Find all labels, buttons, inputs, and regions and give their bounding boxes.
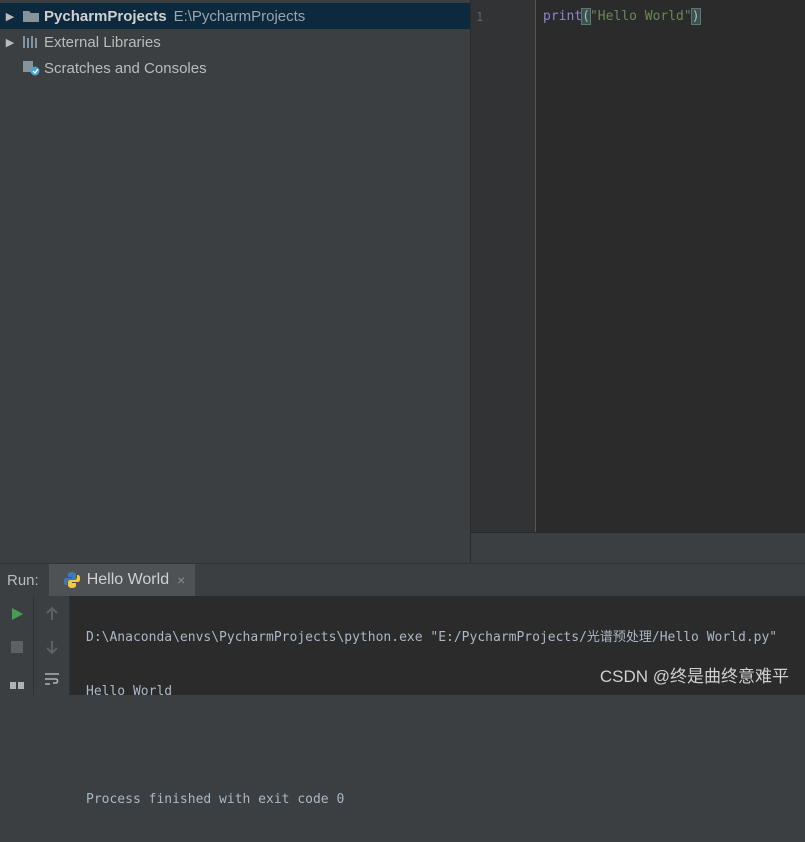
console-line-command: D:\Anaconda\envs\PycharmProjects\python.…	[86, 630, 778, 645]
console-output[interactable]: D:\Anaconda\envs\PycharmProjects\python.…	[86, 596, 777, 842]
up-stack-button[interactable]	[35, 599, 68, 629]
rerun-button[interactable]	[0, 599, 33, 629]
editor-horizontal-scrollbar[interactable]	[471, 532, 805, 564]
run-tab-hello-world[interactable]: Hello World ×	[48, 564, 196, 596]
tree-item-path: E:\PycharmProjects	[173, 7, 306, 25]
project-panel: ▶ PycharmProjects E:\PycharmProjects ▶ E…	[0, 0, 471, 563]
soft-wrap-icon	[44, 673, 59, 685]
tree-item-pycharmprojects[interactable]: ▶ PycharmProjects E:\PycharmProjects	[0, 3, 470, 29]
soft-wrap-button[interactable]	[35, 664, 68, 694]
tree-item-label: Scratches and Consoles	[44, 59, 207, 77]
arrow-up-icon	[45, 606, 58, 620]
python-icon	[63, 571, 81, 589]
line-number: 1	[476, 10, 484, 24]
run-toolbar-primary	[0, 596, 34, 695]
run-toolbar-secondary	[34, 596, 70, 695]
tree-item-label: External Libraries	[44, 33, 161, 51]
expand-arrow-icon[interactable]: ▶	[2, 36, 18, 49]
down-stack-button[interactable]	[35, 632, 68, 662]
code-string: "Hello World"	[589, 9, 692, 24]
layout-button[interactable]	[0, 668, 33, 698]
watermark: CSDN @终是曲终意难平	[599, 667, 789, 686]
console-line-exit: Process finished with exit code 0	[86, 792, 345, 807]
code-line[interactable]: print("Hello World")	[543, 8, 701, 25]
code-editor[interactable]: 1 print("Hello World")	[471, 0, 805, 564]
editor-gutter: 1	[471, 0, 536, 532]
code-function-name: print	[543, 9, 583, 24]
folder-icon	[22, 8, 40, 24]
tree-item-label: PycharmProjects	[44, 7, 167, 25]
run-label: Run:	[7, 571, 39, 589]
run-console-area: D:\Anaconda\envs\PycharmProjects\python.…	[0, 596, 805, 807]
code-close-paren: )	[690, 8, 701, 25]
run-tool-window-header: Run: Hello World ×	[0, 563, 805, 596]
stop-icon	[10, 641, 23, 653]
scratches-icon	[22, 60, 40, 76]
tree-item-external-libraries[interactable]: ▶ External Libraries	[0, 29, 470, 55]
close-icon[interactable]: ×	[177, 572, 185, 588]
tree-item-scratches[interactable]: Scratches and Consoles	[0, 55, 470, 81]
play-icon	[11, 608, 23, 620]
run-tab-label: Hello World	[86, 571, 170, 588]
libraries-icon	[22, 34, 40, 50]
layout-icon	[9, 682, 24, 689]
arrow-down-icon	[45, 641, 58, 655]
expand-arrow-icon[interactable]: ▶	[2, 10, 18, 23]
stop-button[interactable]	[0, 632, 33, 662]
code-open-paren: (	[581, 8, 591, 25]
